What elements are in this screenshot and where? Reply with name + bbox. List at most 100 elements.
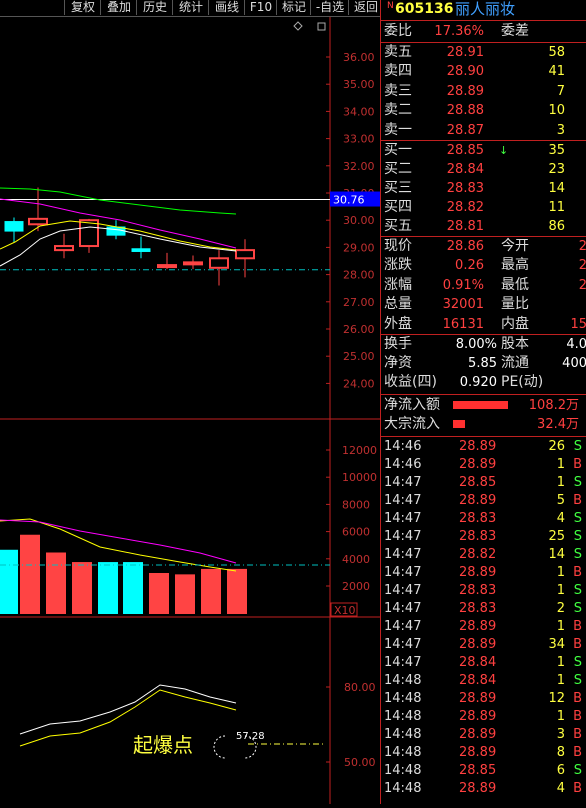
- price-axis-label: 24.00: [343, 377, 375, 390]
- toolbar-button-0[interactable]: 复权: [64, 0, 101, 15]
- volume-axis-label: 8000: [342, 498, 370, 511]
- tick-time: 14:48: [384, 673, 422, 688]
- tick-price: 28.89: [459, 727, 497, 742]
- toolbar-button-7[interactable]: -自选: [310, 0, 349, 15]
- tick-row: 14:47 28.82 14 S: [381, 546, 586, 564]
- tick-volume: 3: [556, 727, 565, 742]
- ask-price: 28.91: [446, 45, 484, 60]
- ask-label: 卖一: [384, 121, 412, 138]
- tick-price: 28.89: [459, 709, 497, 724]
- tick-price: 28.89: [459, 691, 497, 706]
- toolbar-button-4[interactable]: 画线: [208, 0, 245, 15]
- volume-bar: [0, 549, 18, 614]
- price-axis-label: 34.00: [343, 105, 375, 118]
- toolbar-button-1[interactable]: 叠加: [100, 0, 137, 15]
- tick-price: 28.89: [459, 781, 497, 796]
- ask-row: 卖五 28.91 58: [381, 43, 586, 62]
- ask-volume: 10: [548, 103, 565, 119]
- tick-time: 14:48: [384, 691, 422, 706]
- toolbar-button-8[interactable]: 返回: [348, 0, 383, 15]
- tick-time: 14:47: [384, 529, 422, 544]
- tick-side: S: [573, 583, 582, 598]
- wb-row: 委比 17.36% 委差: [381, 22, 586, 41]
- tick-side: S: [573, 547, 582, 562]
- volume-bar: [46, 552, 66, 614]
- stat-label: 涨幅: [384, 276, 412, 293]
- volume-multiplier: X10: [334, 604, 356, 617]
- tick-volume: 1: [556, 655, 565, 670]
- stat-row: 外盘 16131 内盘 15: [381, 315, 586, 334]
- bid-volume: 14: [548, 181, 565, 196]
- tick-time: 14:48: [384, 727, 422, 742]
- tick-volume: 6: [556, 763, 565, 778]
- tick-volume: 4: [556, 511, 565, 526]
- tick-side: S: [573, 439, 582, 454]
- ask-volume: 58: [548, 45, 565, 60]
- candle-body: [157, 264, 177, 269]
- stat-label: 外盘: [384, 315, 412, 332]
- quote-panel: N 605136 丽人丽妆 委比 17.36% 委差 卖五 28.91 58 卖四 28…: [380, 0, 586, 804]
- stat-value: 16131: [442, 316, 484, 332]
- tick-time: 14:47: [384, 655, 422, 670]
- volume-bar: [149, 573, 169, 614]
- ask-label: 卖二: [384, 102, 412, 119]
- tick-time: 14:48: [384, 763, 422, 778]
- toolbar-button-2[interactable]: 历史: [136, 0, 173, 15]
- stat2-label-2: PE(动): [501, 374, 544, 390]
- tick-volume: 26: [548, 439, 565, 454]
- tick-row: 14:47 28.89 34 B: [381, 636, 586, 654]
- price-axis-label: 30.00: [343, 214, 375, 227]
- kline-chart[interactable]: 36.0035.0034.0033.0032.0031.0030.0029.00…: [0, 17, 380, 804]
- toolbar-button-3[interactable]: 统计: [172, 0, 209, 15]
- bid-price: 28.84: [446, 162, 484, 177]
- stat2-value: 0.920: [459, 375, 497, 390]
- tick-price: 28.85: [459, 475, 497, 490]
- tick-side: B: [573, 565, 582, 580]
- volume-axis-label: 12000: [342, 444, 377, 457]
- ask-row: 卖四 28.90 41: [381, 62, 586, 81]
- bid-label: 买四: [384, 199, 412, 215]
- volume-bar: [201, 568, 221, 614]
- tick-price: 28.83: [459, 601, 497, 616]
- tick-volume: 5: [556, 493, 565, 508]
- tick-side: B: [573, 691, 582, 706]
- stat-value-2: 2: [578, 277, 586, 293]
- candle-body: [209, 257, 229, 269]
- stock-name: 丽人丽妆: [455, 0, 516, 18]
- tick-time: 14:48: [384, 781, 422, 796]
- tick-price: 28.89: [459, 439, 497, 454]
- tick-volume: 1: [556, 475, 565, 490]
- chart-area[interactable]: 36.0035.0034.0033.0032.0031.0030.0029.00…: [0, 17, 380, 804]
- ask-volume: 3: [556, 122, 565, 138]
- tick-volume: 1: [556, 457, 565, 472]
- tick-price: 28.89: [459, 637, 497, 652]
- tick-price: 28.89: [459, 745, 497, 760]
- tick-side: S: [573, 601, 582, 616]
- tick-volume: 1: [556, 619, 565, 634]
- toolbar-button-6[interactable]: 标记: [276, 0, 311, 15]
- tick-row: 14:48 28.89 3 B: [381, 726, 586, 744]
- stat2-label: 净资: [384, 355, 412, 371]
- bid-row: 买五 28.81 86: [381, 217, 586, 236]
- stat-value: 0.91%: [442, 277, 484, 293]
- ask-volume: 41: [548, 64, 565, 80]
- wb-label: 委比: [384, 23, 412, 39]
- volume-bar: [72, 562, 92, 614]
- tick-price: 28.84: [459, 655, 497, 670]
- tick-side: S: [573, 655, 582, 670]
- tick-time: 14:48: [384, 709, 422, 724]
- ask-price: 28.90: [446, 64, 484, 80]
- stat-label-2: 最高: [501, 257, 529, 274]
- tick-price: 28.89: [459, 565, 497, 580]
- candle-body: [131, 248, 151, 252]
- price-axis-label: 35.00: [343, 78, 375, 91]
- tick-price: 28.83: [459, 583, 497, 598]
- price-axis-label: 29.00: [343, 241, 375, 254]
- tick-time: 14:47: [384, 493, 422, 508]
- tick-row: 14:48 28.89 1 B: [381, 708, 586, 726]
- bid-label: 买一: [384, 142, 412, 158]
- toolbar-button-5[interactable]: F10: [244, 0, 277, 15]
- flow-label: 大宗流入: [384, 416, 440, 432]
- candle-body: [183, 261, 203, 266]
- tick-price: 28.89: [459, 619, 497, 634]
